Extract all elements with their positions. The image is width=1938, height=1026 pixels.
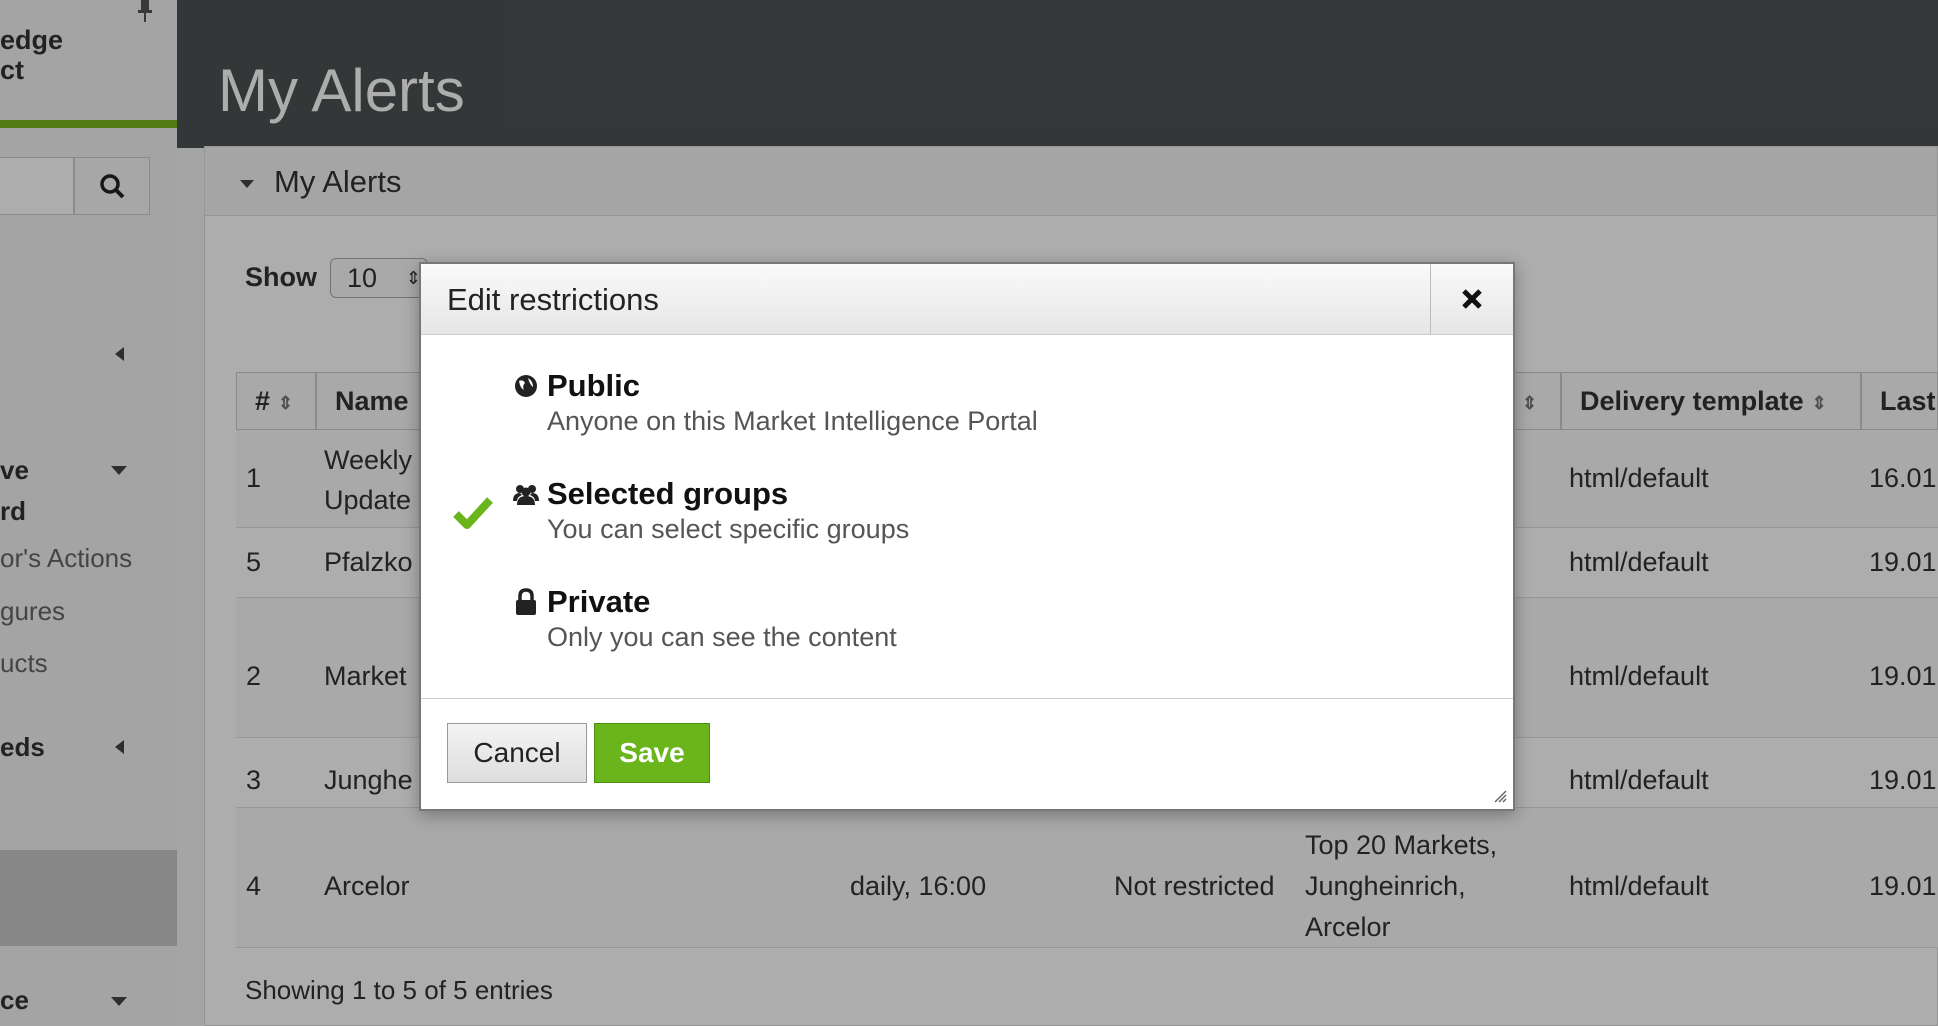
close-icon (1462, 289, 1482, 309)
option-description: Only you can see the content (547, 622, 897, 652)
option-private[interactable]: Private Only you can see the content (421, 584, 1513, 684)
option-public[interactable]: Public Anyone on this Market Intelligenc… (421, 368, 1513, 468)
resize-handle-icon[interactable] (1493, 789, 1507, 803)
dialog-title: Edit restrictions (447, 282, 659, 317)
option-title: Public (547, 368, 641, 403)
group-icon (513, 485, 539, 505)
option-selected-groups[interactable]: Selected groups You can select specific … (421, 476, 1513, 576)
dialog-footer: Cancel Save (421, 698, 1513, 810)
option-title: Selected groups (547, 476, 789, 511)
edit-restrictions-dialog: Edit restrictions Public Anyone on this … (419, 262, 1515, 811)
dialog-header: Edit restrictions (421, 264, 1513, 335)
save-button[interactable]: Save (594, 723, 710, 783)
option-description: Anyone on this Market Intelligence Porta… (547, 406, 1038, 436)
close-button[interactable] (1430, 264, 1513, 334)
option-description: You can select specific groups (547, 514, 910, 544)
checkmark-icon (453, 497, 493, 529)
option-title: Private (547, 584, 651, 619)
cancel-button[interactable]: Cancel (447, 723, 587, 783)
globe-icon (515, 375, 537, 397)
lock-icon (516, 588, 536, 615)
